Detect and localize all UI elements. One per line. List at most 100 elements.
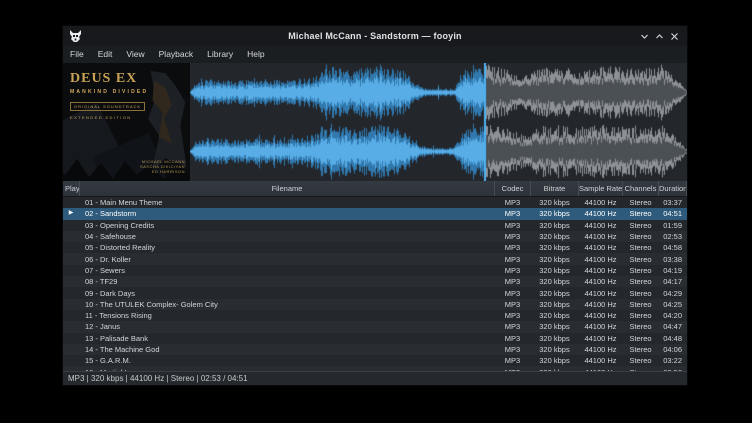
column-header-playing[interactable]: Playing	[63, 181, 80, 196]
cell-c2: MP3	[495, 265, 531, 276]
cell-c1: 01 - Main Menu Theme	[80, 197, 495, 208]
cell-c4: 44100 Hz	[579, 231, 623, 242]
cell-c5: Stereo	[623, 265, 659, 276]
cell-c4: 44100 Hz	[579, 344, 623, 355]
cell-c6: 02:53	[659, 231, 687, 242]
cell-c5: Stereo	[623, 333, 659, 344]
minimize-button[interactable]	[639, 31, 650, 42]
album-art[interactable]: DEUS EX MANKIND DIVIDED ORIGINAL SOUNDTR…	[63, 63, 190, 181]
column-header-codec[interactable]: Codec	[495, 181, 531, 196]
cell-c1: 05 - Distorted Reality	[80, 242, 495, 253]
table-row[interactable]: 04 - SafehouseMP3320 kbps44100 HzStereo0…	[63, 231, 687, 242]
table-row[interactable]: 05 - Distorted RealityMP3320 kbps44100 H…	[63, 242, 687, 253]
cell-c4: 44100 Hz	[579, 242, 623, 253]
cell-c4: 44100 Hz	[579, 299, 623, 310]
column-header-filename[interactable]: Filename	[80, 181, 495, 196]
cell-c1: 03 - Opening Credits	[80, 220, 495, 231]
playlist-header[interactable]: PlayingFilenameCodecBitrateSample RateCh…	[63, 181, 687, 197]
cell-c4: 44100 Hz	[579, 208, 623, 219]
cell-c4: 44100 Hz	[579, 333, 623, 344]
cell-c1: 12 - Janus	[80, 321, 495, 332]
cell-c2: MP3	[495, 288, 531, 299]
cell-c2: MP3	[495, 242, 531, 253]
cell-c2: MP3	[495, 197, 531, 208]
cell-c5: Stereo	[623, 344, 659, 355]
cell-c4: 44100 Hz	[579, 220, 623, 231]
cell-c6: 04:51	[659, 208, 687, 219]
cell-c3: 320 kbps	[531, 254, 579, 265]
cell-c3: 320 kbps	[531, 265, 579, 276]
table-row[interactable]: 01 - Main Menu ThemeMP3320 kbps44100 HzS…	[63, 197, 687, 208]
close-button[interactable]	[669, 31, 680, 42]
cell-c2: MP3	[495, 208, 531, 219]
table-row[interactable]: 11 - Tensions RisingMP3320 kbps44100 HzS…	[63, 310, 687, 321]
cover-badge-soundtrack: ORIGINAL SOUNDTRACK	[70, 102, 145, 111]
cell-c5: Stereo	[623, 299, 659, 310]
cell-c6: 04:17	[659, 276, 687, 287]
cell-c6: 01:59	[659, 220, 687, 231]
menu-edit[interactable]: Edit	[91, 46, 120, 63]
column-header-sample-rate[interactable]: Sample Rate	[579, 181, 623, 196]
cell-c6: 04:58	[659, 242, 687, 253]
cell-c1: 09 - Dark Days	[80, 288, 495, 299]
fooyin-window: Michael McCann - Sandstorm — fooyin File…	[62, 25, 688, 386]
cell-c1: 11 - Tensions Rising	[80, 310, 495, 321]
cell-c4: 44100 Hz	[579, 288, 623, 299]
cell-c2: MP3	[495, 254, 531, 265]
cell-c2: MP3	[495, 310, 531, 321]
menu-view[interactable]: View	[119, 46, 151, 63]
table-row[interactable]: 14 - The Machine GodMP3320 kbps44100 HzS…	[63, 344, 687, 355]
table-row[interactable]: 03 - Opening CreditsMP3320 kbps44100 HzS…	[63, 220, 687, 231]
cell-c1: 14 - The Machine God	[80, 344, 495, 355]
table-row[interactable]: 13 - Palisade BankMP3320 kbps44100 HzSte…	[63, 333, 687, 344]
cover-title: DEUS EX	[70, 71, 148, 87]
cell-c2: MP3	[495, 355, 531, 366]
cell-c1: 04 - Safehouse	[80, 231, 495, 242]
cell-c2: MP3	[495, 333, 531, 344]
cell-c2: MP3	[495, 299, 531, 310]
cell-c5: Stereo	[623, 310, 659, 321]
cell-c5: Stereo	[623, 197, 659, 208]
table-row[interactable]: 15 - G.A.R.M.MP3320 kbps44100 HzStereo03…	[63, 355, 687, 366]
table-row[interactable]: ▶02 - SandstormMP3320 kbps44100 HzStereo…	[63, 208, 687, 219]
table-row[interactable]: 12 - JanusMP3320 kbps44100 HzStereo04:47	[63, 321, 687, 332]
cell-c6: 04:25	[659, 299, 687, 310]
menubar: File Edit View Playback Library Help	[63, 46, 687, 64]
table-row[interactable]: 08 - TF29MP3320 kbps44100 HzStereo04:17	[63, 276, 687, 287]
playlist-rows: 01 - Main Menu ThemeMP3320 kbps44100 HzS…	[63, 197, 687, 372]
maximize-button[interactable]	[654, 31, 665, 42]
table-row[interactable]: 10 - The UTULEK Complex- Golem CityMP332…	[63, 299, 687, 310]
menu-file[interactable]: File	[63, 46, 91, 63]
cover-badge-edition: EXTENDED EDITION	[70, 115, 148, 120]
table-row[interactable]: 09 - Dark DaysMP3320 kbps44100 HzStereo0…	[63, 287, 687, 298]
cover-text: DEUS EX MANKIND DIVIDED ORIGINAL SOUNDTR…	[70, 71, 148, 120]
column-header-channels[interactable]: Channels	[623, 181, 659, 196]
cell-c2: MP3	[495, 231, 531, 242]
column-header-bitrate[interactable]: Bitrate	[531, 181, 579, 196]
table-row[interactable]: 06 - Dr. KollerMP3320 kbps44100 HzStereo…	[63, 253, 687, 264]
cell-c1: 02 - Sandstorm	[80, 208, 495, 219]
cell-c5: Stereo	[623, 288, 659, 299]
cell-c1: 06 - Dr. Koller	[80, 254, 495, 265]
cell-c6: 03:38	[659, 254, 687, 265]
menu-help[interactable]: Help	[240, 46, 271, 63]
cell-c6: 04:20	[659, 310, 687, 321]
status-bar: MP3 | 320 kbps | 44100 Hz | Stereo | 02:…	[63, 371, 687, 385]
cell-c3: 320 kbps	[531, 299, 579, 310]
table-row[interactable]: 07 - SewersMP3320 kbps44100 HzStereo04:1…	[63, 265, 687, 276]
cell-c5: Stereo	[623, 231, 659, 242]
cell-c1: 08 - TF29	[80, 276, 495, 287]
cell-c3: 320 kbps	[531, 197, 579, 208]
cell-c3: 320 kbps	[531, 231, 579, 242]
titlebar[interactable]: Michael McCann - Sandstorm — fooyin	[63, 26, 687, 47]
cell-c3: 320 kbps	[531, 310, 579, 321]
cell-c6: 04:47	[659, 321, 687, 332]
menu-playback[interactable]: Playback	[152, 46, 201, 63]
cell-c1: 10 - The UTULEK Complex- Golem City	[80, 299, 495, 310]
waveform-seekbar[interactable]	[190, 63, 687, 181]
cell-c4: 44100 Hz	[579, 254, 623, 265]
cell-c6: 03:22	[659, 355, 687, 366]
window-controls	[639, 31, 687, 42]
column-header-duration[interactable]: Duration	[659, 181, 687, 196]
menu-library[interactable]: Library	[200, 46, 240, 63]
